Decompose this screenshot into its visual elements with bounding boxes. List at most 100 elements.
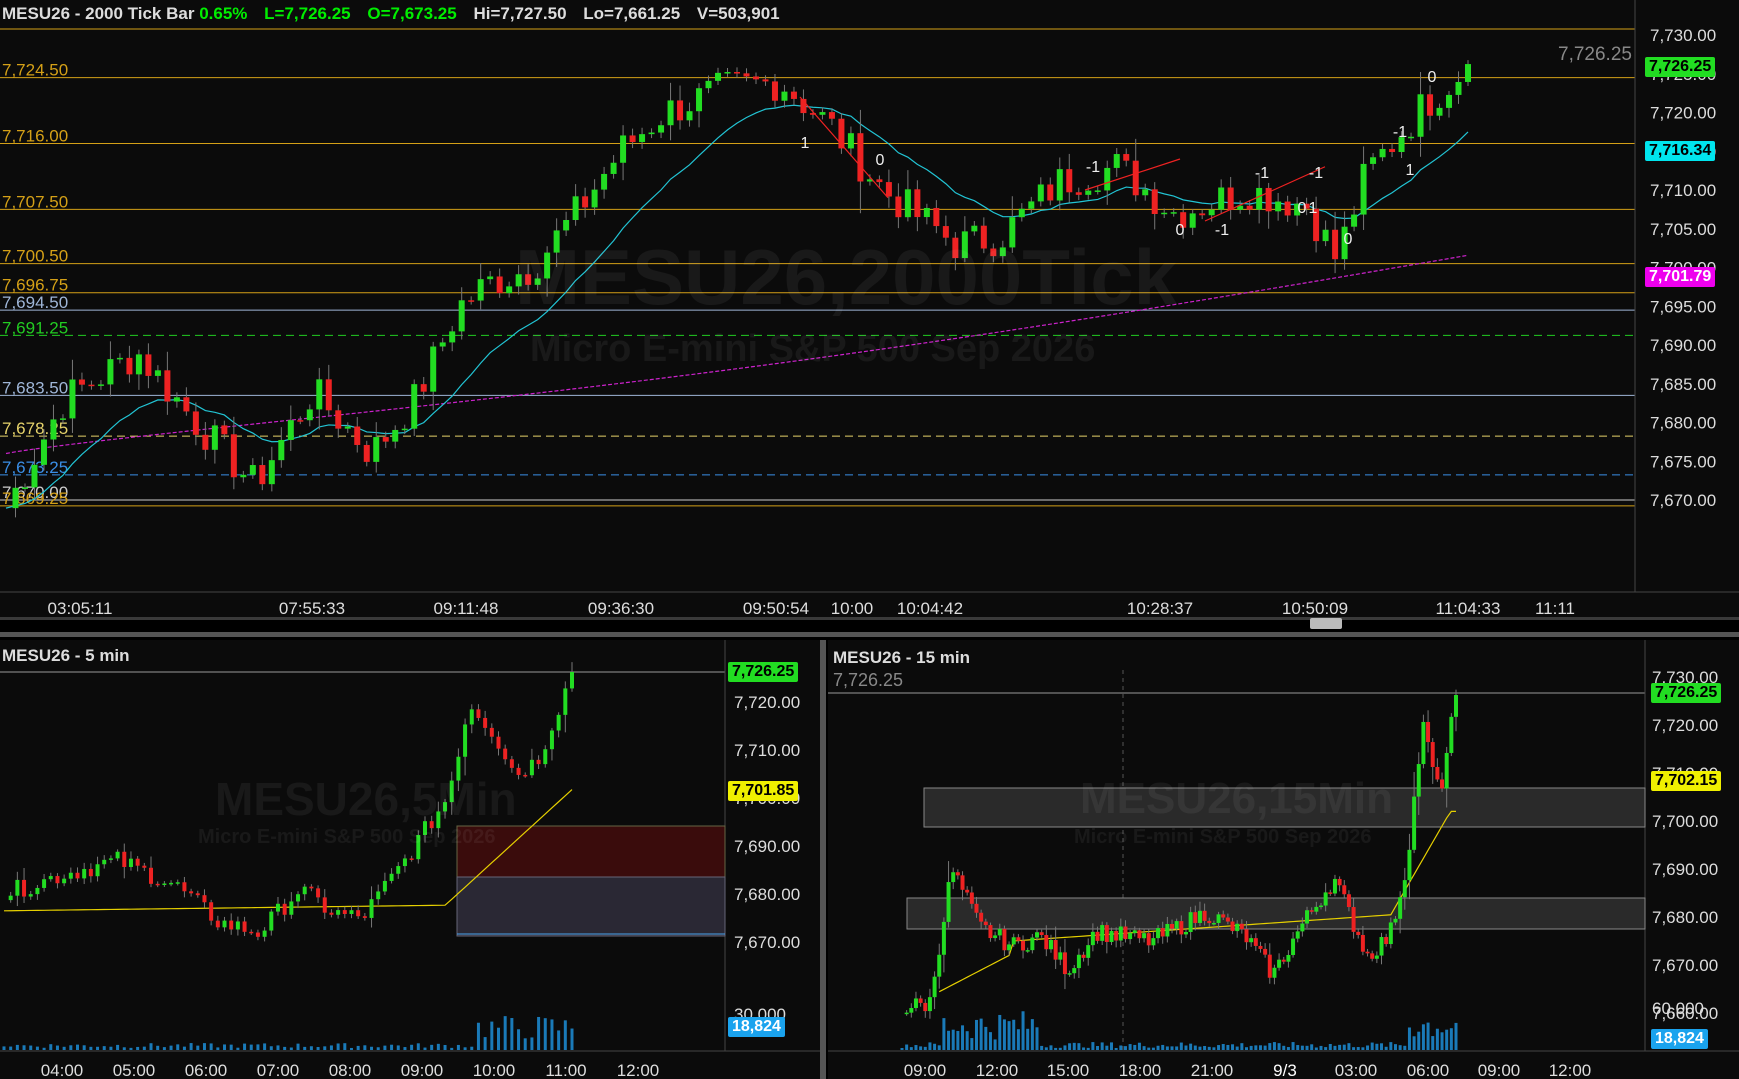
fifteen-min-candle [1365, 951, 1370, 954]
five-min-volume-bar [423, 1047, 427, 1050]
five-min-volume-bar [323, 1046, 327, 1050]
five-min-volume-bar [456, 1044, 460, 1050]
main-candle [449, 331, 456, 343]
fifteen-min-volume-bar [1380, 1043, 1384, 1050]
fifteen-min-candle [1202, 910, 1207, 921]
five-min-volume-bar [537, 1016, 541, 1050]
five-min-candle [195, 893, 200, 896]
main-candle [477, 279, 484, 301]
main-candle [192, 411, 199, 435]
five-min-candle [469, 709, 474, 725]
fifteen-min-volume-bar [1156, 1045, 1160, 1050]
five-min-volume-bar [363, 1045, 367, 1050]
fifteen-min-chart[interactable]: 7,730.007,720.007,710.007,700.007,690.00… [828, 640, 1739, 1079]
scrollbar-thumb[interactable] [1310, 618, 1342, 629]
fifteen-min-volume-bar [1203, 1046, 1207, 1050]
five-min-candle [336, 910, 341, 915]
fifteen-min-candle [1128, 933, 1133, 940]
fifteen-min-volume-bar [1305, 1045, 1309, 1050]
main-candle [316, 379, 323, 410]
fifteen-min-bg [828, 640, 1739, 1079]
main-high: Hi=7,727.50 [473, 4, 567, 23]
five-min-candle [516, 767, 521, 775]
fifteen-min-x-tick-label: 06:00 [1407, 1061, 1450, 1079]
main-x-tick-label: 07:55:33 [279, 599, 345, 618]
five-min-volume-bar [2, 1046, 6, 1050]
five-min-chart-panel[interactable]: 7,720.007,710.007,700.007,690.007,680.00… [0, 640, 820, 1079]
five-min-volume-bar [216, 1047, 220, 1050]
main-horizontal-scrollbar[interactable] [0, 617, 1739, 620]
fifteen-min-candle [1398, 897, 1403, 919]
fifteen-min-volume-bar [1445, 1029, 1449, 1050]
fifteen-min-volume-bar [1426, 1022, 1430, 1050]
fifteen-min-candle [1286, 955, 1291, 962]
fifteen-min-candle [1281, 959, 1286, 962]
main-divider[interactable] [0, 632, 1739, 637]
fifteen-min-chart-panel[interactable]: 7,730.007,720.007,710.007,700.007,690.00… [828, 640, 1739, 1079]
five-min-volume-bar [470, 1046, 474, 1050]
fifteen-min-candle [1156, 928, 1161, 939]
five-min-candle [229, 920, 234, 930]
main-candle [1227, 187, 1234, 210]
main-candle [278, 439, 285, 461]
fifteen-min-candle [1132, 930, 1137, 934]
five-min-volume-bar [370, 1046, 374, 1050]
fifteen-min-volume-bar [1245, 1047, 1249, 1050]
main-candle [1161, 212, 1168, 215]
panel-splitter[interactable] [820, 640, 826, 1079]
main-candle [1113, 154, 1120, 168]
main-candle [572, 196, 579, 221]
five-min-volume-bar [356, 1045, 360, 1050]
fifteen-min-candle [1426, 721, 1431, 743]
fifteen-min-candle [1058, 952, 1063, 960]
fifteen-min-candle [1225, 917, 1230, 922]
five-min-volume-bar [22, 1045, 26, 1050]
main-change: 0.65% [199, 4, 248, 23]
five-min-volume-bar [343, 1043, 347, 1050]
main-candle [1142, 189, 1149, 196]
fifteen-min-candle [1142, 933, 1147, 939]
fifteen-min-candle [1095, 931, 1100, 941]
main-candle [230, 434, 237, 478]
fifteen-min-watermark: MESU26,15Min [1080, 774, 1393, 823]
main-candle [487, 276, 494, 280]
five-min-candle [182, 882, 187, 892]
five-min-volume-bar [156, 1045, 160, 1050]
main-candle [1417, 94, 1424, 137]
five-min-volume-bar [149, 1043, 153, 1050]
main-chart-panel[interactable]: 7,724.50 7,716.00 7,707.50 7,700.50 7,696.75… [0, 0, 1739, 620]
five-min-candle [102, 859, 107, 865]
five-min-volume-bar [416, 1043, 420, 1050]
main-tag-ema: 7,716.34 [1645, 141, 1716, 161]
fifteen-min-volume-bar [1393, 1044, 1397, 1050]
fifteen-min-candle [1179, 921, 1184, 935]
fifteen-min-volume-bar [974, 1019, 978, 1050]
main-y-tick-label: 7,710.00 [1650, 181, 1716, 200]
main-candle [12, 487, 19, 509]
main-candle [202, 434, 209, 450]
main-candle [392, 429, 399, 442]
fifteen-min-title: - 15 min [901, 648, 970, 667]
main-y-tick-label: 7,690.00 [1650, 336, 1716, 355]
five-min-candle [108, 858, 113, 860]
main-candle [1028, 201, 1035, 209]
fifteen-min-volume-bar [1300, 1045, 1304, 1050]
five-min-candle [122, 851, 127, 867]
fifteen-min-volume-bar [933, 1043, 937, 1050]
five-min-candle [302, 886, 307, 895]
five-min-candle [356, 910, 361, 917]
fifteen-min-symbol: MESU26 [833, 648, 902, 667]
five-min-volume-bar [202, 1043, 206, 1050]
main-candle [734, 72, 740, 74]
main-candle [126, 357, 133, 375]
signal-label: 0 [1298, 200, 1307, 217]
fifteen-min-x-tick-label: 12:00 [1549, 1061, 1592, 1079]
five-min-volume-bar [9, 1046, 13, 1050]
fifteen-min-volume-bar [1249, 1045, 1253, 1050]
five-min-chart[interactable]: 7,720.007,710.007,700.007,690.007,680.00… [0, 640, 820, 1079]
five-min-volume-bar [309, 1046, 313, 1050]
main-candle [658, 125, 665, 133]
main-candle [781, 91, 788, 101]
fifteen-min-volume-bar [1412, 1036, 1416, 1050]
five-min-candle [570, 672, 574, 689]
